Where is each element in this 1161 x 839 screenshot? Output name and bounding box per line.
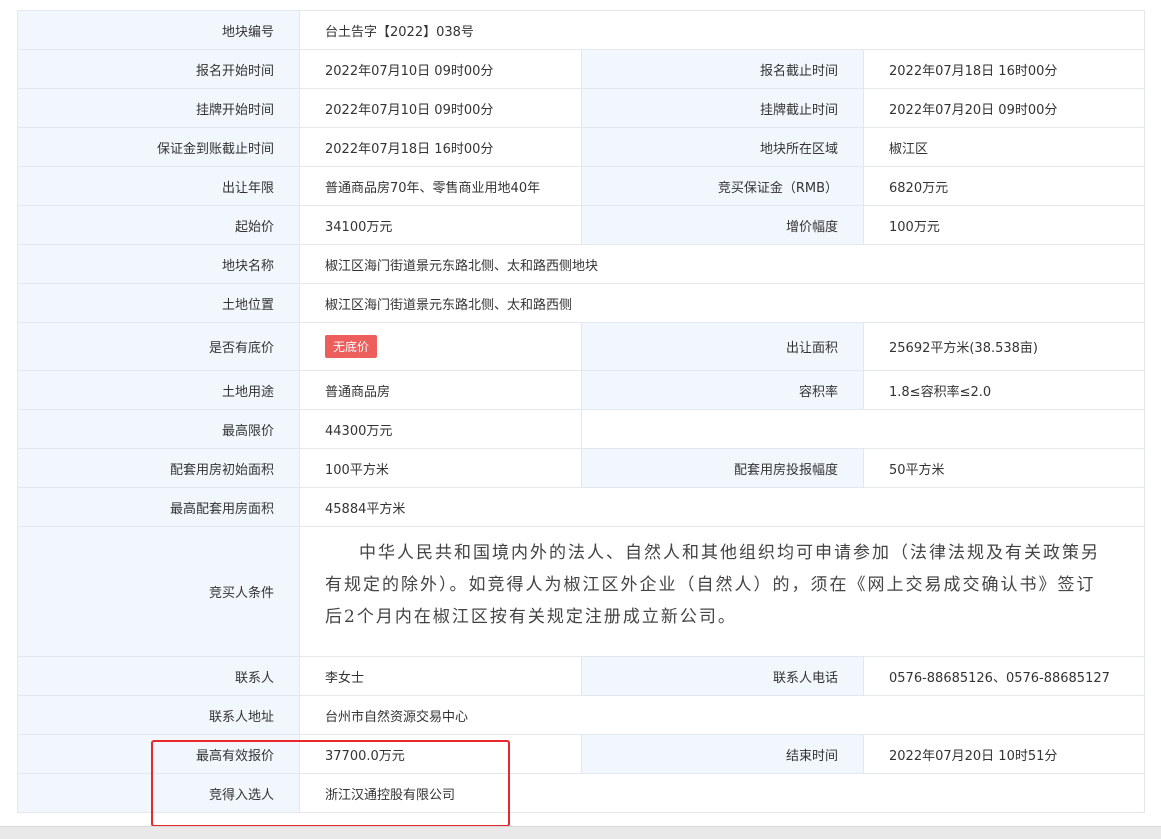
location-label: 土地位置 (17, 283, 300, 323)
usage-label: 土地用途 (17, 370, 300, 410)
plot-name-value: 椒江区海门街道景元东路北侧、太和路西侧地块 (298, 244, 1146, 284)
increment-value: 100万元 (862, 205, 1146, 245)
horizontal-scrollbar[interactable] (0, 826, 1161, 839)
area-value: 25692平方米(38.538亩) (862, 322, 1146, 371)
end-time-value: 2022年07月20日 10时51分 (862, 734, 1146, 774)
deposit-deadline-label: 保证金到账截止时间 (17, 127, 300, 167)
deposit-deadline-value: 2022年07月18日 16时00分 (299, 127, 582, 167)
support-max-value: 45884平方米 (298, 487, 1146, 527)
row-plot-no: 地块编号 台土告字【2022】038号 (17, 10, 1146, 50)
list-end-value: 2022年07月20日 09时00分 (862, 88, 1146, 128)
start-price-label: 起始价 (17, 205, 300, 245)
support-init-value: 100平方米 (299, 448, 582, 488)
plot-name-label: 地块名称 (17, 244, 300, 284)
phone-value: 0576-88685126、0576-88685127 (862, 656, 1146, 696)
reserve-value-cell: 无底价 (299, 322, 582, 371)
deposit-value: 6820万元 (862, 166, 1146, 206)
conditions-cell: 中华人民共和国境内外的法人、自然人和其他组织均可申请参加（法律法规及有关政策另有… (298, 526, 1146, 657)
plot-no-value: 台土告字【2022】038号 (298, 10, 1146, 50)
location-value: 椒江区海门街道景元东路北侧、太和路西侧 (298, 283, 1146, 323)
row-contact: 联系人 李女士 联系人电话 0576-88685126、0576-8868512… (17, 656, 1146, 696)
conditions-label: 竞买人条件 (17, 526, 300, 657)
row-term: 出让年限 普通商品房70年、零售商业用地40年 竞买保证金（RMB） 6820万… (17, 166, 1146, 206)
start-price-value: 34100万元 (299, 205, 582, 245)
max-price-label: 最高限价 (17, 409, 300, 449)
list-end-label: 挂牌截止时间 (581, 88, 864, 128)
top-bid-label: 最高有效报价 (17, 734, 300, 774)
district-label: 地块所在区域 (581, 127, 864, 167)
list-start-value: 2022年07月10日 09时00分 (299, 88, 582, 128)
usage-value: 普通商品房 (299, 370, 582, 410)
no-reserve-badge: 无底价 (325, 335, 378, 358)
district-value: 椒江区 (862, 127, 1146, 167)
row-winner: 竞得入选人 浙江汉通控股有限公司 (17, 773, 1146, 813)
row-conditions: 竞买人条件 中华人民共和国境内外的法人、自然人和其他组织均可申请参加（法律法规及… (17, 526, 1146, 657)
row-price: 起始价 34100万元 增价幅度 100万元 (17, 205, 1146, 245)
winner-label: 竞得入选人 (17, 773, 300, 813)
row-reserve: 是否有底价 无底价 出让面积 25692平方米(38.538亩) (17, 322, 1146, 371)
contact-value: 李女士 (299, 656, 582, 696)
support-init-label: 配套用房初始面积 (17, 448, 300, 488)
row-deposit-deadline: 保证金到账截止时间 2022年07月18日 16时00分 地块所在区域 椒江区 (17, 127, 1146, 167)
area-label: 出让面积 (581, 322, 864, 371)
term-label: 出让年限 (17, 166, 300, 206)
support-step-value: 50平方米 (862, 448, 1146, 488)
winner-value: 浙江汉通控股有限公司 (298, 773, 1146, 813)
row-usage: 土地用途 普通商品房 容积率 1.8≤容积率≤2.0 (17, 370, 1146, 410)
address-value: 台州市自然资源交易中心 (298, 695, 1146, 735)
land-info-table: 地块编号 台土告字【2022】038号 报名开始时间 2022年07月10日 0… (17, 10, 1146, 813)
row-support-max: 最高配套用房面积 45884平方米 (17, 487, 1146, 527)
row-address: 联系人地址 台州市自然资源交易中心 (17, 695, 1146, 735)
row-location: 土地位置 椒江区海门街道景元东路北侧、太和路西侧 (17, 283, 1146, 323)
row-plot-name: 地块名称 椒江区海门街道景元东路北侧、太和路西侧地块 (17, 244, 1146, 284)
phone-label: 联系人电话 (581, 656, 864, 696)
reg-start-label: 报名开始时间 (17, 49, 300, 89)
address-label: 联系人地址 (17, 695, 300, 735)
increment-label: 增价幅度 (581, 205, 864, 245)
far-label: 容积率 (581, 370, 864, 410)
reserve-label: 是否有底价 (17, 322, 300, 371)
plot-no-label: 地块编号 (17, 10, 300, 50)
list-start-label: 挂牌开始时间 (17, 88, 300, 128)
row-max-price: 最高限价 44300万元 (17, 409, 1146, 449)
max-price-value: 44300万元 (299, 409, 582, 449)
row-support-area: 配套用房初始面积 100平方米 配套用房投报幅度 50平方米 (17, 448, 1146, 488)
end-time-label: 结束时间 (581, 734, 864, 774)
deposit-label: 竞买保证金（RMB） (581, 166, 864, 206)
empty-cell (580, 409, 1146, 449)
term-value: 普通商品房70年、零售商业用地40年 (299, 166, 582, 206)
top-bid-value: 37700.0万元 (299, 734, 582, 774)
reg-start-value: 2022年07月10日 09时00分 (299, 49, 582, 89)
reg-end-label: 报名截止时间 (581, 49, 864, 89)
contact-label: 联系人 (17, 656, 300, 696)
reg-end-value: 2022年07月18日 16时00分 (862, 49, 1146, 89)
row-listing: 挂牌开始时间 2022年07月10日 09时00分 挂牌截止时间 2022年07… (17, 88, 1146, 128)
far-value: 1.8≤容积率≤2.0 (862, 370, 1146, 410)
row-top-bid: 最高有效报价 37700.0万元 结束时间 2022年07月20日 10时51分 (17, 734, 1146, 774)
support-step-label: 配套用房投报幅度 (581, 448, 864, 488)
conditions-text: 中华人民共和国境内外的法人、自然人和其他组织均可申请参加（法律法规及有关政策另有… (325, 542, 1100, 627)
support-max-label: 最高配套用房面积 (17, 487, 300, 527)
row-registration: 报名开始时间 2022年07月10日 09时00分 报名截止时间 2022年07… (17, 49, 1146, 89)
